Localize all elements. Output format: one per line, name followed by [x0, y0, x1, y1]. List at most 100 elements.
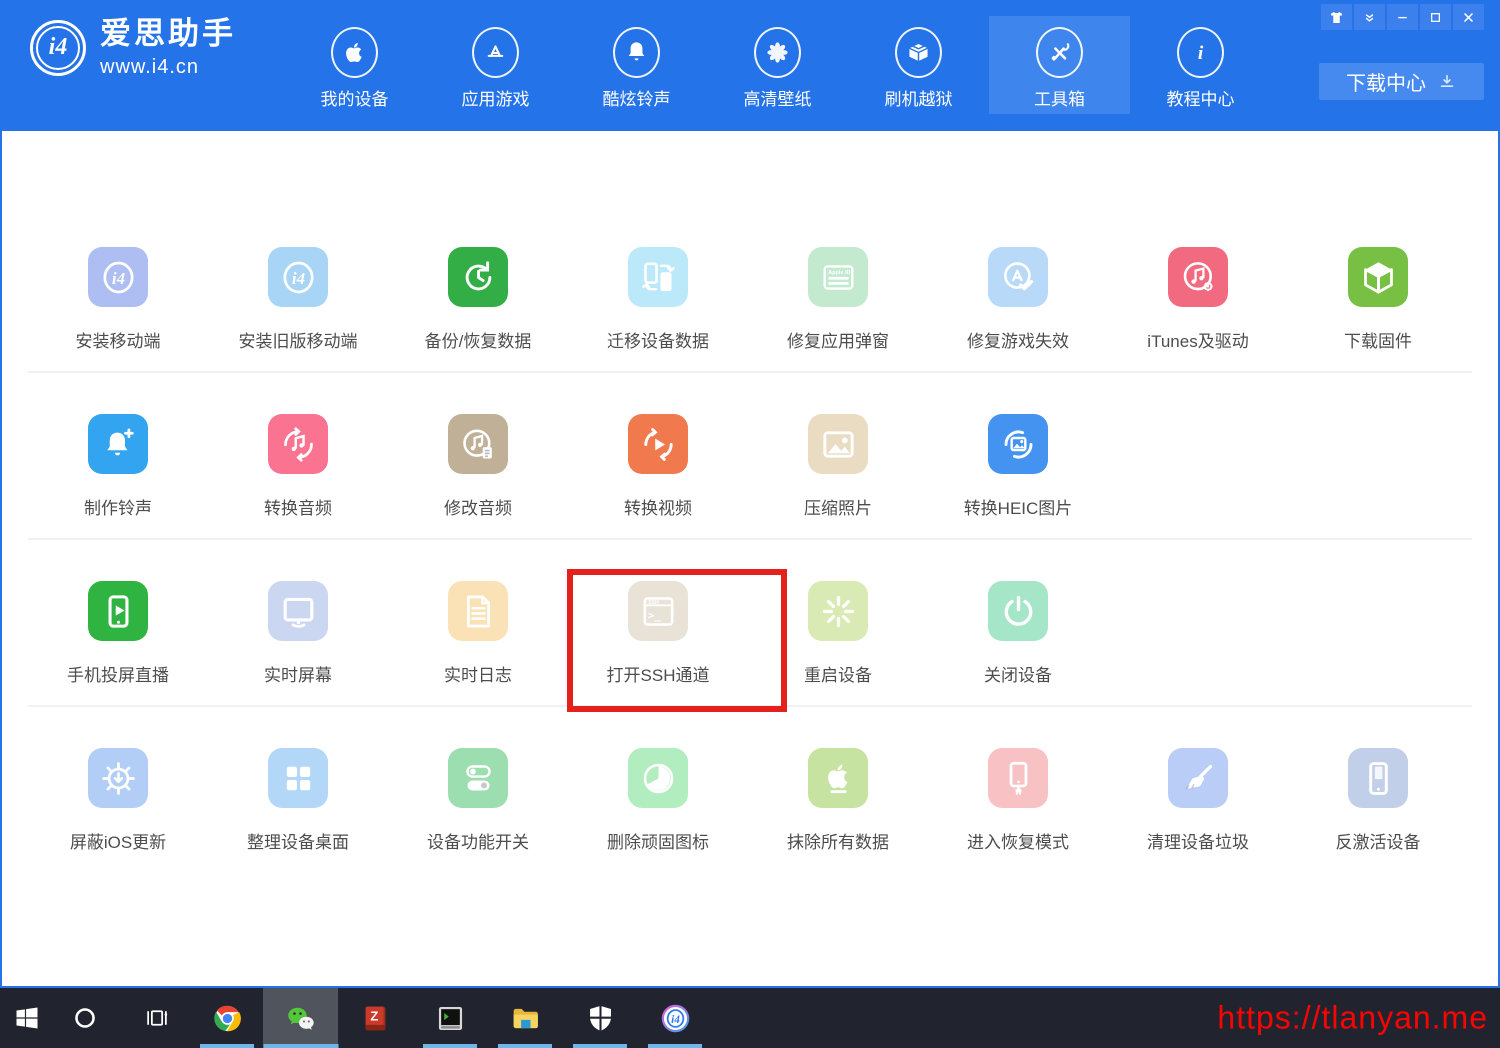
- tool-make-ringtone[interactable]: 制作铃声: [28, 414, 208, 538]
- tool-row-1: i4 安装移动端i4 安装旧版移动端 备份/恢复数据 迁移设备数据Apple I…: [28, 206, 1472, 373]
- tool-edit-audio[interactable]: 修改音频: [388, 414, 568, 538]
- tool-fix-game-invalid[interactable]: 修复游戏失效: [928, 247, 1108, 371]
- tool-label: 整理设备桌面: [247, 828, 349, 853]
- start-button[interactable]: [4, 988, 50, 1048]
- i4-badge: i4: [88, 247, 148, 307]
- tool-label: 安装旧版移动端: [239, 327, 358, 352]
- collapse-icon: [1361, 9, 1378, 26]
- tool-realtime-log[interactable]: 实时日志: [388, 581, 568, 705]
- tool-label: 修改音频: [444, 494, 512, 519]
- running-indicator: [573, 1044, 627, 1048]
- nav-item-flash-jailbreak[interactable]: 刷机越狱: [848, 16, 989, 114]
- svg-text:Apple ID: Apple ID: [828, 269, 850, 275]
- toolbox-icon: [1036, 27, 1083, 78]
- running-indicator: [263, 1044, 338, 1048]
- nav-item-my-devices[interactable]: 我的设备: [284, 16, 425, 114]
- file-explorer-taskbar-button[interactable]: [500, 988, 550, 1048]
- deactivate-icon: [1348, 748, 1408, 808]
- tool-label: 制作铃声: [84, 494, 152, 519]
- maximize-button[interactable]: [1420, 4, 1451, 30]
- nav-item-label: 工具箱: [1034, 85, 1085, 110]
- tool-open-ssh-channel[interactable]: SSH>_ 打开SSH通道: [568, 581, 748, 705]
- minimize-button[interactable]: [1387, 4, 1418, 30]
- titlebar: i4 爱思助手 www.i4.cn 我的设备 应用游戏 酷炫铃声 高清壁纸 刷机…: [0, 0, 1500, 131]
- nav-item-tutorial-center[interactable]: i 教程中心: [1130, 16, 1271, 114]
- i4-tools-taskbar-button[interactable]: i4: [650, 988, 700, 1048]
- tool-convert-heic[interactable]: 转换HEIC图片: [928, 414, 1108, 538]
- running-indicator: [423, 1044, 477, 1048]
- tool-label: 删除顽固图标: [607, 828, 709, 853]
- download-center-button[interactable]: 下载中心: [1319, 63, 1484, 100]
- task-view-button[interactable]: [134, 988, 180, 1048]
- wechat-taskbar-button[interactable]: [263, 988, 338, 1048]
- main-nav: 我的设备 应用游戏 酷炫铃声 高清壁纸 刷机越狱 工具箱 i 教程中心: [284, 16, 1271, 114]
- nav-item-cool-ringtones[interactable]: 酷炫铃声: [566, 16, 707, 114]
- tool-label: 压缩照片: [804, 494, 872, 519]
- zotero-taskbar-button[interactable]: Z: [350, 988, 400, 1048]
- tool-compress-photo[interactable]: 压缩照片: [748, 414, 928, 538]
- tool-enter-recovery-mode[interactable]: 进入恢复模式: [928, 748, 1108, 874]
- skin-icon: [1328, 9, 1345, 26]
- block-update-icon: [88, 748, 148, 808]
- tool-label: 进入恢复模式: [967, 828, 1069, 853]
- video-convert-icon: [628, 414, 688, 474]
- close-button[interactable]: [1453, 4, 1484, 30]
- music-convert-icon: [268, 414, 328, 474]
- nav-item-toolbox[interactable]: 工具箱: [989, 16, 1130, 114]
- bell-plus-icon: [88, 414, 148, 474]
- tool-deactivate-device[interactable]: 反激活设备: [1288, 748, 1468, 874]
- taskbar: Zi4https://tlanyan.me: [0, 988, 1500, 1048]
- tool-convert-video[interactable]: 转换视频: [568, 414, 748, 538]
- tool-reboot-device[interactable]: 重启设备: [748, 581, 928, 705]
- tool-migrate-device-data[interactable]: 迁移设备数据: [568, 247, 748, 371]
- tool-device-switches[interactable]: 设备功能开关: [388, 748, 568, 874]
- tool-label: 实时日志: [444, 661, 512, 686]
- explorer-icon: [509, 1002, 542, 1035]
- tool-label: 手机投屏直播: [67, 661, 169, 686]
- search-button[interactable]: [62, 988, 108, 1048]
- tool-clean-device-junk[interactable]: 清理设备垃圾: [1108, 748, 1288, 874]
- tool-download-firmware[interactable]: 下载固件: [1288, 247, 1468, 371]
- tool-label: 实时屏幕: [264, 661, 332, 686]
- terminal-taskbar-button[interactable]: [425, 988, 475, 1048]
- heic-icon: [988, 414, 1048, 474]
- tool-install-old-mobile-app[interactable]: i4 安装旧版移动端: [208, 247, 388, 371]
- ssh-icon: SSH>_: [628, 581, 688, 641]
- defender-taskbar-button[interactable]: [575, 988, 625, 1048]
- tool-row-2: 制作铃声 转换音频 修改音频 转换视频 压缩照片 转换HEIC图片: [28, 373, 1472, 540]
- skin-button[interactable]: [1321, 4, 1352, 30]
- chrome-taskbar-button[interactable]: [201, 988, 253, 1048]
- appleid-icon: Apple ID: [808, 247, 868, 307]
- tool-convert-audio[interactable]: 转换音频: [208, 414, 388, 538]
- tool-screen-mirror-live[interactable]: 手机投屏直播: [28, 581, 208, 705]
- tool-label: 抹除所有数据: [787, 828, 889, 853]
- wallpaper-icon: [754, 27, 801, 78]
- tool-realtime-screen[interactable]: 实时屏幕: [208, 581, 388, 705]
- svg-text:Z: Z: [370, 1008, 378, 1023]
- tool-itunes-and-driver[interactable]: iTunes及驱动: [1108, 247, 1288, 371]
- i4-logo-icon: i4: [30, 20, 86, 76]
- tool-erase-all-data[interactable]: 抹除所有数据: [748, 748, 928, 874]
- apple-icon: [331, 27, 378, 78]
- nav-item-hd-wallpapers[interactable]: 高清壁纸: [707, 16, 848, 114]
- firmware-icon: [1348, 247, 1408, 307]
- music-edit-icon: [448, 414, 508, 474]
- tool-arrange-device-desktop[interactable]: 整理设备桌面: [208, 748, 388, 874]
- tool-backup-restore-data[interactable]: 备份/恢复数据: [388, 247, 568, 371]
- tool-fix-app-popup[interactable]: Apple ID 修复应用弹窗: [748, 247, 928, 371]
- tool-block-ios-update[interactable]: 屏蔽iOS更新: [28, 748, 208, 874]
- tool-delete-stubborn-icons[interactable]: 删除顽固图标: [568, 748, 748, 874]
- nav-item-label: 我的设备: [321, 85, 389, 110]
- tool-install-mobile-app[interactable]: i4 安装移动端: [28, 247, 208, 371]
- windows-icon: [13, 1004, 41, 1032]
- nav-item-label: 高清壁纸: [744, 85, 812, 110]
- tool-row-4: 屏蔽iOS更新 整理设备桌面 设备功能开关 删除顽固图标 抹除所有数据 进入恢复…: [28, 707, 1472, 874]
- tool-label: 转换视频: [624, 494, 692, 519]
- zotero-icon: Z: [359, 1002, 392, 1035]
- tool-label: iTunes及驱动: [1147, 327, 1248, 352]
- recovery-icon: [988, 748, 1048, 808]
- i4-icon: i4: [659, 1002, 692, 1035]
- tool-shutdown-device[interactable]: 关闭设备: [928, 581, 1108, 705]
- nav-item-apps-games[interactable]: 应用游戏: [425, 16, 566, 114]
- collapse-button[interactable]: [1354, 4, 1385, 30]
